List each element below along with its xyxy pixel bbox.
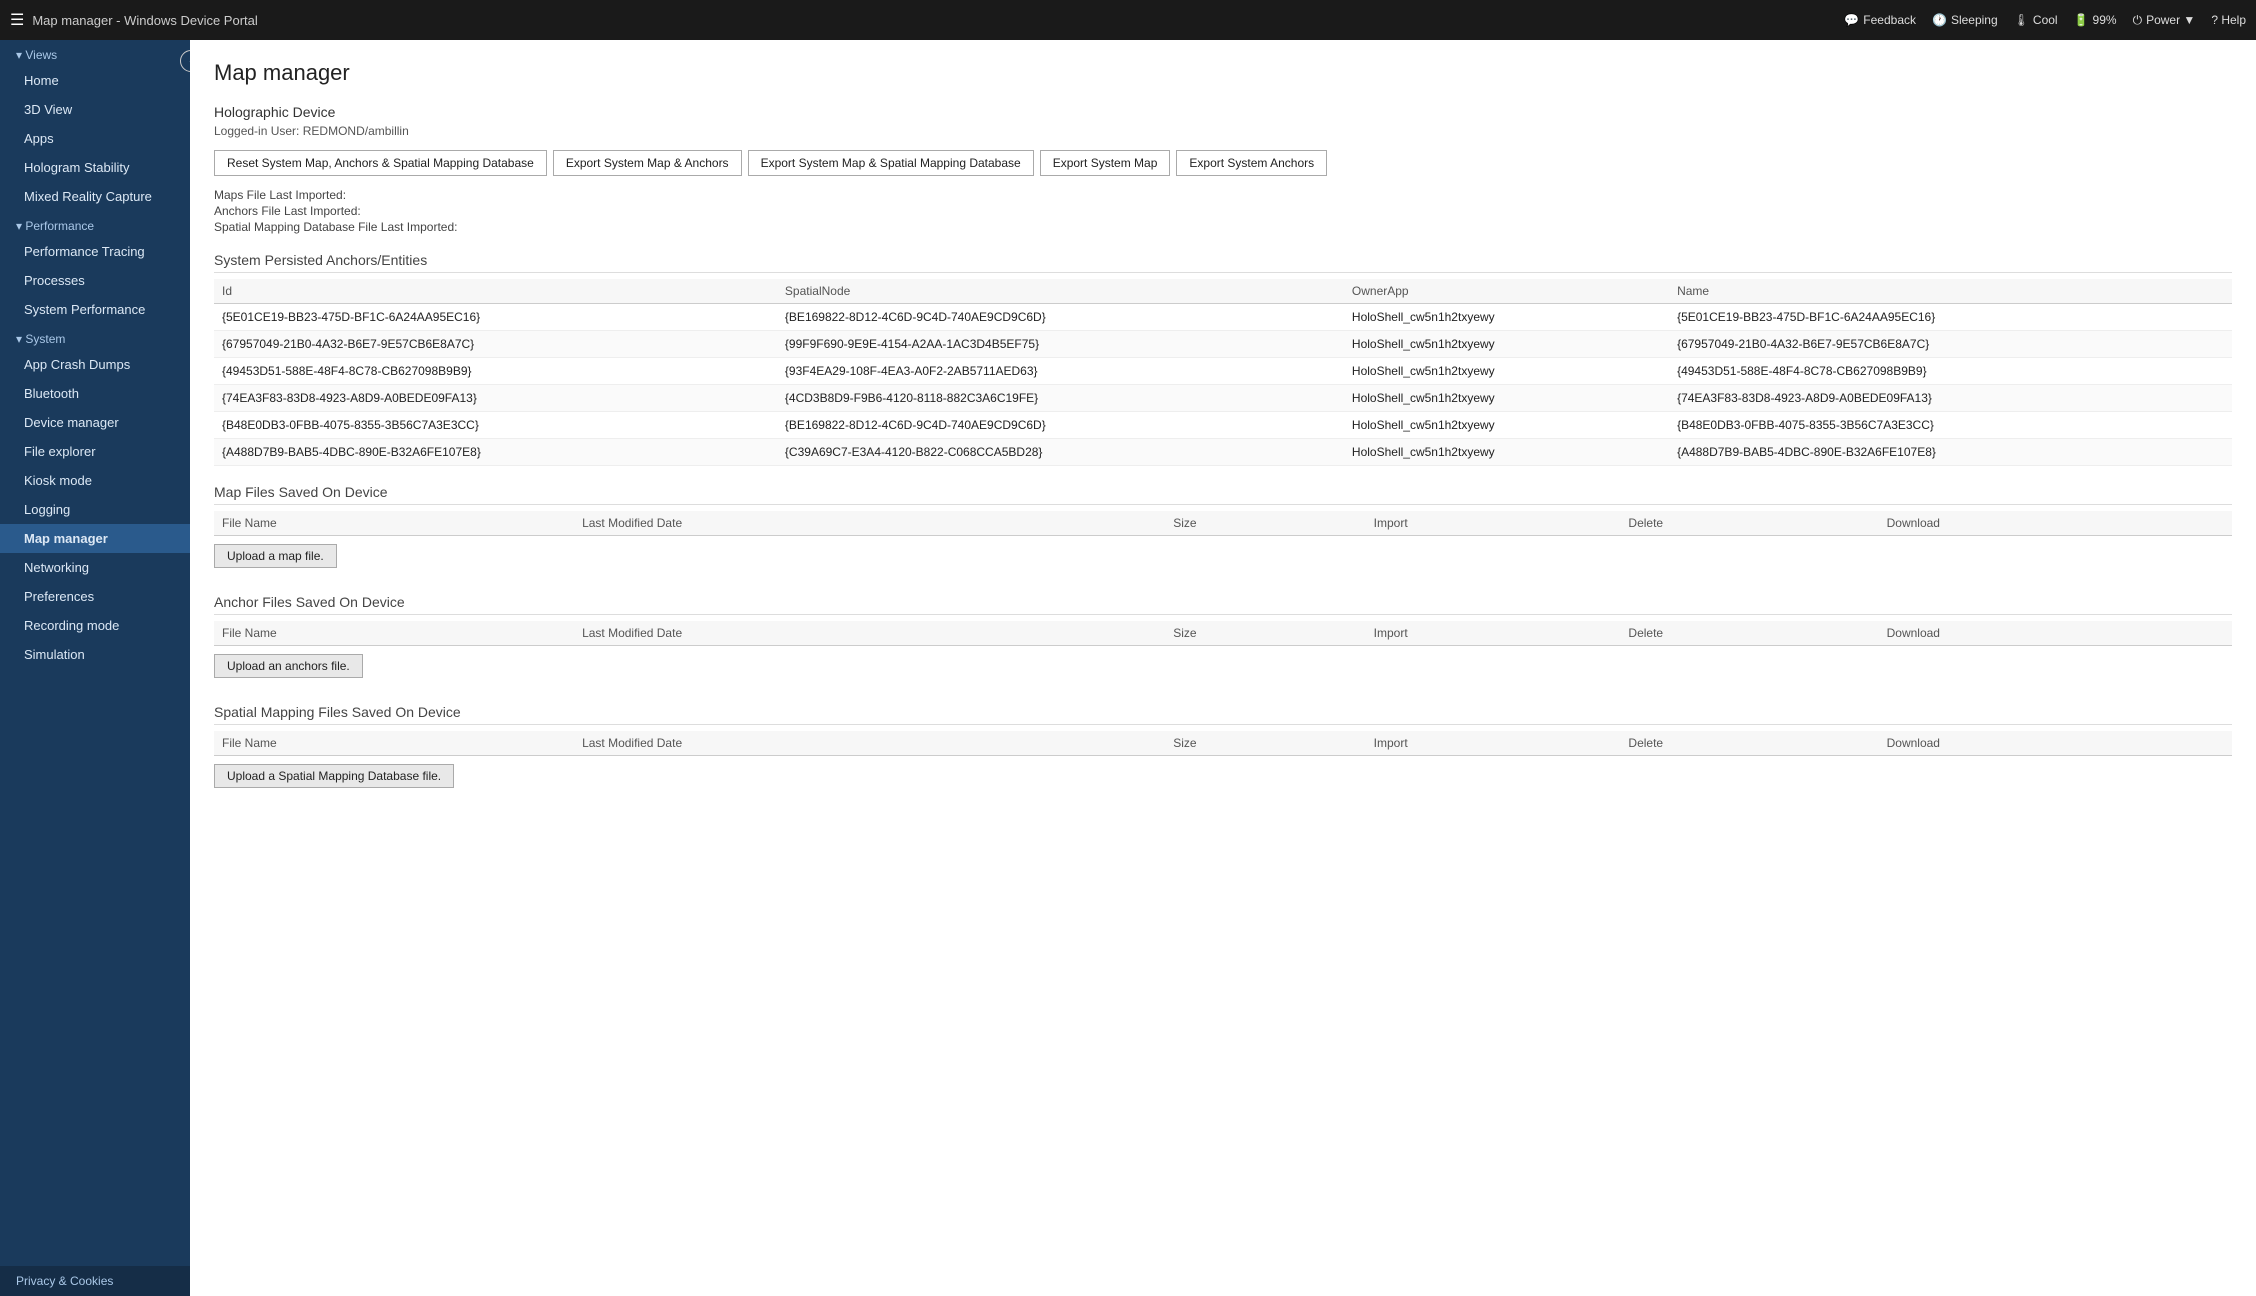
anchor-files-table: File Name Last Modified Date Size Import… [214,621,2232,646]
topbar: ☰ Map manager - Windows Device Portal 💬 … [0,0,2256,40]
table-row: {67957049-21B0-4A32-B6E7-9E57CB6E8A7C}{9… [214,331,2232,358]
col-import-spatial: Import [1366,731,1621,756]
col-download-spatial: Download [1879,731,2232,756]
maps-last-imported: Maps File Last Imported: [214,188,2232,202]
power-button[interactable]: ⏻ Power ▼ [2133,13,2196,28]
spatial-files-section-title: Spatial Mapping Files Saved On Device [214,704,2232,725]
sidebar-item-hologram-stability[interactable]: Hologram Stability [0,153,190,182]
sidebar-item-networking[interactable]: Networking [0,553,190,582]
col-import: Import [1366,511,1621,536]
upload-map-button[interactable]: Upload a map file. [214,544,337,568]
sidebar-item-file-explorer[interactable]: File explorer [0,437,190,466]
spatial-files-table: File Name Last Modified Date Size Import… [214,731,2232,756]
sidebar-item-preferences[interactable]: Preferences [0,582,190,611]
reset-system-map-button[interactable]: Reset System Map, Anchors & Spatial Mapp… [214,150,547,176]
upload-spatial-button[interactable]: Upload a Spatial Mapping Database file. [214,764,454,788]
hamburger-icon[interactable]: ☰ [10,10,24,30]
sidebar-section-system[interactable]: System [0,324,190,350]
sidebar-item-logging[interactable]: Logging [0,495,190,524]
battery-icon: 🔋 [2074,13,2089,27]
col-modified: Last Modified Date [574,511,1165,536]
table-row: {5E01CE19-BB23-475D-BF1C-6A24AA95EC16}{B… [214,304,2232,331]
sidebar-item-system-performance[interactable]: System Performance [0,295,190,324]
anchors-table: Id SpatialNode OwnerApp Name {5E01CE19-B… [214,279,2232,466]
sidebar-item-mixed-reality[interactable]: Mixed Reality Capture [0,182,190,211]
map-files-section-title: Map Files Saved On Device [214,484,2232,505]
col-delete-spatial: Delete [1620,731,1878,756]
page-heading: Map manager [214,60,2232,86]
sidebar-item-recording-mode[interactable]: Recording mode [0,611,190,640]
sidebar-item-home[interactable]: Home [0,66,190,95]
anchor-files-section-title: Anchor Files Saved On Device [214,594,2232,615]
page-title-topbar: Map manager - Windows Device Portal [32,13,1844,28]
sidebar-item-bluetooth[interactable]: Bluetooth [0,379,190,408]
sidebar-item-performance-tracing[interactable]: Performance Tracing [0,237,190,266]
sleeping-icon: 🕐 [1932,13,1947,27]
privacy-cookies-link[interactable]: Privacy & Cookies [0,1266,190,1296]
feedback-button[interactable]: 💬 Feedback [1844,13,1916,27]
battery-button[interactable]: 🔋 99% [2074,13,2117,27]
export-map-spatial-button[interactable]: Export System Map & Spatial Mapping Data… [748,150,1034,176]
col-size-spatial: Size [1165,731,1365,756]
col-filename: File Name [214,511,574,536]
table-row: {74EA3F83-83D8-4923-A8D9-A0BEDE09FA13}{4… [214,385,2232,412]
col-delete: Delete [1620,511,1878,536]
action-buttons: Reset System Map, Anchors & Spatial Mapp… [214,150,2232,176]
sidebar-item-simulation[interactable]: Simulation [0,640,190,669]
sidebar-item-3dview[interactable]: 3D View [0,95,190,124]
thermometer-icon: 🌡 [2014,13,2029,27]
sidebar-item-processes[interactable]: Processes [0,266,190,295]
col-filename-spatial: File Name [214,731,574,756]
sidebar-item-app-crash-dumps[interactable]: App Crash Dumps [0,350,190,379]
col-filename-anchor: File Name [214,621,574,646]
anchors-last-imported: Anchors File Last Imported: [214,204,2232,218]
power-icon: ⏻ [2133,13,2143,28]
table-row: {49453D51-588E-48F4-8C78-CB627098B9B9}{9… [214,358,2232,385]
temperature-button[interactable]: 🌡 Cool [2014,13,2058,27]
help-button[interactable]: ? Help [2211,13,2246,27]
table-row: {A488D7B9-BAB5-4DBC-890E-B32A6FE107E8}{C… [214,439,2232,466]
anchors-section-title: System Persisted Anchors/Entities [214,252,2232,273]
col-spatial-node: SpatialNode [777,279,1344,304]
export-system-anchors-button[interactable]: Export System Anchors [1176,150,1327,176]
col-download: Download [1879,511,2232,536]
col-id: Id [214,279,777,304]
export-map-anchors-button[interactable]: Export System Map & Anchors [553,150,742,176]
sidebar-item-apps[interactable]: Apps [0,124,190,153]
sidebar-item-kiosk-mode[interactable]: Kiosk mode [0,466,190,495]
sidebar-item-device-manager[interactable]: Device manager [0,408,190,437]
sidebar-section-performance[interactable]: Performance [0,211,190,237]
sidebar-section-views[interactable]: Views [0,40,190,66]
col-modified-spatial: Last Modified Date [574,731,1165,756]
col-size-anchor: Size [1165,621,1365,646]
table-row: {B48E0DB3-0FBB-4075-8355-3B56C7A3E3CC}{B… [214,412,2232,439]
col-import-anchor: Import [1366,621,1621,646]
toolbar-items: 💬 Feedback 🕐 Sleeping 🌡 Cool 🔋 99% ⏻ Pow… [1844,13,2246,28]
col-size: Size [1165,511,1365,536]
col-name: Name [1669,279,2232,304]
main-content: Map manager Holographic Device Logged-in… [190,40,2256,1296]
upload-anchors-button[interactable]: Upload an anchors file. [214,654,363,678]
col-owner-app: OwnerApp [1344,279,1669,304]
map-files-table: File Name Last Modified Date Size Import… [214,511,2232,536]
sidebar-item-map-manager[interactable]: Map manager [0,524,190,553]
logged-in-user: Logged-in User: REDMOND/ambillin [214,124,2232,138]
export-system-map-button[interactable]: Export System Map [1040,150,1171,176]
sleeping-button[interactable]: 🕐 Sleeping [1932,13,1998,27]
spatial-last-imported: Spatial Mapping Database File Last Impor… [214,220,2232,234]
col-download-anchor: Download [1879,621,2232,646]
feedback-icon: 💬 [1844,13,1859,27]
sidebar: ‹ Views Home 3D View Apps Hologram Stabi… [0,40,190,1296]
col-delete-anchor: Delete [1620,621,1878,646]
device-name: Holographic Device [214,104,2232,120]
col-modified-anchor: Last Modified Date [574,621,1165,646]
